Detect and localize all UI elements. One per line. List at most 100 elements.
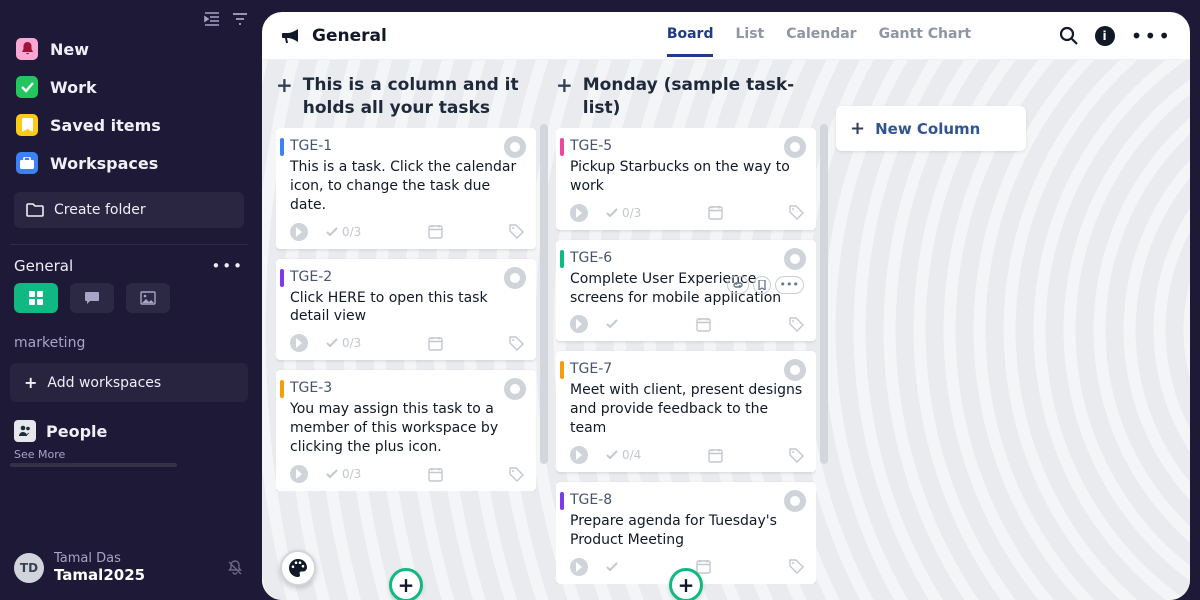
calendar-icon[interactable] bbox=[696, 559, 711, 574]
bell-icon bbox=[16, 38, 38, 60]
card-footer: 0/3 bbox=[570, 204, 804, 222]
board-column: + This is a column and it holds all your… bbox=[276, 74, 536, 600]
priority-stripe bbox=[560, 138, 564, 156]
workspace-group-name: General bbox=[14, 257, 73, 275]
task-description: You may assign this task to a member of … bbox=[290, 400, 524, 457]
card-footer: 0/3 bbox=[290, 465, 524, 483]
nav-item-work[interactable]: Work bbox=[10, 68, 248, 106]
user-name: Tamal Das bbox=[54, 552, 145, 567]
assignee-avatar[interactable] bbox=[784, 136, 806, 158]
calendar-icon[interactable] bbox=[428, 467, 443, 482]
more-icon[interactable]: ••• bbox=[211, 257, 244, 275]
view-chat-icon[interactable] bbox=[70, 283, 114, 313]
sidebar: New Work Saved items Workspaces Create f… bbox=[0, 0, 258, 600]
play-icon[interactable] bbox=[290, 223, 308, 241]
task-card[interactable]: TGE-3 You may assign this task to a memb… bbox=[276, 370, 536, 491]
subtask-check bbox=[606, 562, 618, 572]
add-workspaces-button[interactable]: + Add workspaces bbox=[10, 363, 248, 402]
workspace-group-header[interactable]: General ••• bbox=[10, 251, 248, 281]
people-nav[interactable]: People bbox=[10, 414, 248, 448]
people-icon bbox=[14, 420, 36, 442]
card-more-icon[interactable]: ••• bbox=[775, 276, 804, 294]
calendar-icon[interactable] bbox=[708, 448, 723, 463]
play-icon[interactable] bbox=[570, 446, 588, 464]
topbar: General BoardListCalendarGantt Chart i •… bbox=[262, 12, 1190, 60]
task-id: TGE-8 bbox=[570, 492, 804, 508]
task-id: TGE-3 bbox=[290, 380, 524, 396]
tag-icon[interactable] bbox=[509, 224, 524, 239]
column-header[interactable]: + Monday (sample task-list) bbox=[556, 74, 816, 120]
task-id: TGE-1 bbox=[290, 138, 524, 154]
assignee-avatar[interactable] bbox=[784, 248, 806, 270]
play-icon[interactable] bbox=[570, 315, 588, 333]
nav-item-new[interactable]: New bbox=[10, 30, 248, 68]
assignee-avatar[interactable] bbox=[504, 378, 526, 400]
link-icon[interactable] bbox=[727, 276, 749, 294]
nav-item-saved-items[interactable]: Saved items bbox=[10, 106, 248, 144]
tag-icon[interactable] bbox=[789, 559, 804, 574]
user-block[interactable]: TD Tamal Das Tamal2025 bbox=[10, 544, 248, 592]
view-board-icon[interactable] bbox=[14, 283, 58, 313]
assignee-avatar[interactable] bbox=[784, 490, 806, 512]
play-icon[interactable] bbox=[290, 334, 308, 352]
add-card-button[interactable]: + bbox=[389, 568, 423, 600]
bookmark-icon bbox=[16, 114, 38, 136]
calendar-icon[interactable] bbox=[696, 317, 711, 332]
user-avatar: TD bbox=[14, 553, 44, 583]
theme-palette-button[interactable] bbox=[280, 550, 316, 586]
scrollbar[interactable] bbox=[540, 124, 548, 464]
tag-icon[interactable] bbox=[789, 448, 804, 463]
search-icon[interactable] bbox=[1059, 26, 1079, 46]
nav-item-workspaces[interactable]: Workspaces bbox=[10, 144, 248, 182]
subtask-count: 0/3 bbox=[326, 225, 361, 239]
marketing-label[interactable]: marketing bbox=[10, 329, 248, 357]
play-icon[interactable] bbox=[570, 558, 588, 576]
scrollbar[interactable] bbox=[820, 124, 828, 464]
task-description: Pickup Starbucks on the way to work bbox=[570, 158, 804, 196]
task-card[interactable]: TGE-2 Click HERE to open this task detai… bbox=[276, 259, 536, 361]
filter-icon[interactable] bbox=[232, 13, 248, 25]
task-card[interactable]: TGE-5 Pickup Starbucks on the way to wor… bbox=[556, 128, 816, 230]
play-icon[interactable] bbox=[570, 204, 588, 222]
task-card[interactable]: TGE-1 This is a task. Click the calendar… bbox=[276, 128, 536, 249]
calendar-icon[interactable] bbox=[428, 224, 443, 239]
card-footer: 0/3 bbox=[290, 334, 524, 352]
tag-icon[interactable] bbox=[509, 467, 524, 482]
view-image-icon[interactable] bbox=[126, 283, 170, 313]
tab-calendar[interactable]: Calendar bbox=[786, 14, 856, 57]
task-card[interactable]: TGE-7 Meet with client, present designs … bbox=[556, 351, 816, 472]
column-title: This is a column and it holds all your t… bbox=[303, 74, 523, 120]
main: General BoardListCalendarGantt Chart i •… bbox=[258, 0, 1200, 600]
calendar-icon[interactable] bbox=[428, 336, 443, 351]
indent-icon[interactable] bbox=[204, 12, 220, 26]
info-icon[interactable]: i bbox=[1095, 26, 1115, 46]
assignee-avatar[interactable] bbox=[784, 359, 806, 381]
priority-stripe bbox=[560, 492, 564, 510]
play-icon[interactable] bbox=[290, 465, 308, 483]
briefcase-icon bbox=[16, 152, 38, 174]
add-task-icon[interactable]: + bbox=[276, 74, 293, 96]
task-card[interactable]: ••• TGE-6 Complete User Experience scree… bbox=[556, 240, 816, 342]
add-task-icon[interactable]: + bbox=[556, 74, 573, 96]
new-column-label: New Column bbox=[875, 120, 980, 138]
mute-icon[interactable] bbox=[226, 559, 244, 577]
see-more-link[interactable]: See More bbox=[10, 448, 248, 461]
tag-icon[interactable] bbox=[509, 336, 524, 351]
tab-board[interactable]: Board bbox=[667, 14, 714, 57]
add-card-button[interactable]: + bbox=[669, 568, 703, 600]
more-menu-icon[interactable]: ••• bbox=[1131, 24, 1172, 48]
card-badges: ••• bbox=[727, 276, 804, 294]
create-folder-button[interactable]: Create folder bbox=[14, 192, 244, 228]
assignee-avatar[interactable] bbox=[504, 267, 526, 289]
tab-list[interactable]: List bbox=[735, 14, 764, 57]
check-icon bbox=[16, 76, 38, 98]
column-header[interactable]: + This is a column and it holds all your… bbox=[276, 74, 536, 120]
calendar-icon[interactable] bbox=[708, 205, 723, 220]
assignee-avatar[interactable] bbox=[504, 136, 526, 158]
new-column-button[interactable]: + New Column bbox=[836, 106, 1026, 151]
bookmark-badge-icon[interactable] bbox=[753, 276, 771, 294]
tab-gantt-chart[interactable]: Gantt Chart bbox=[879, 14, 971, 57]
tag-icon[interactable] bbox=[789, 317, 804, 332]
priority-stripe bbox=[280, 138, 284, 156]
tag-icon[interactable] bbox=[789, 205, 804, 220]
